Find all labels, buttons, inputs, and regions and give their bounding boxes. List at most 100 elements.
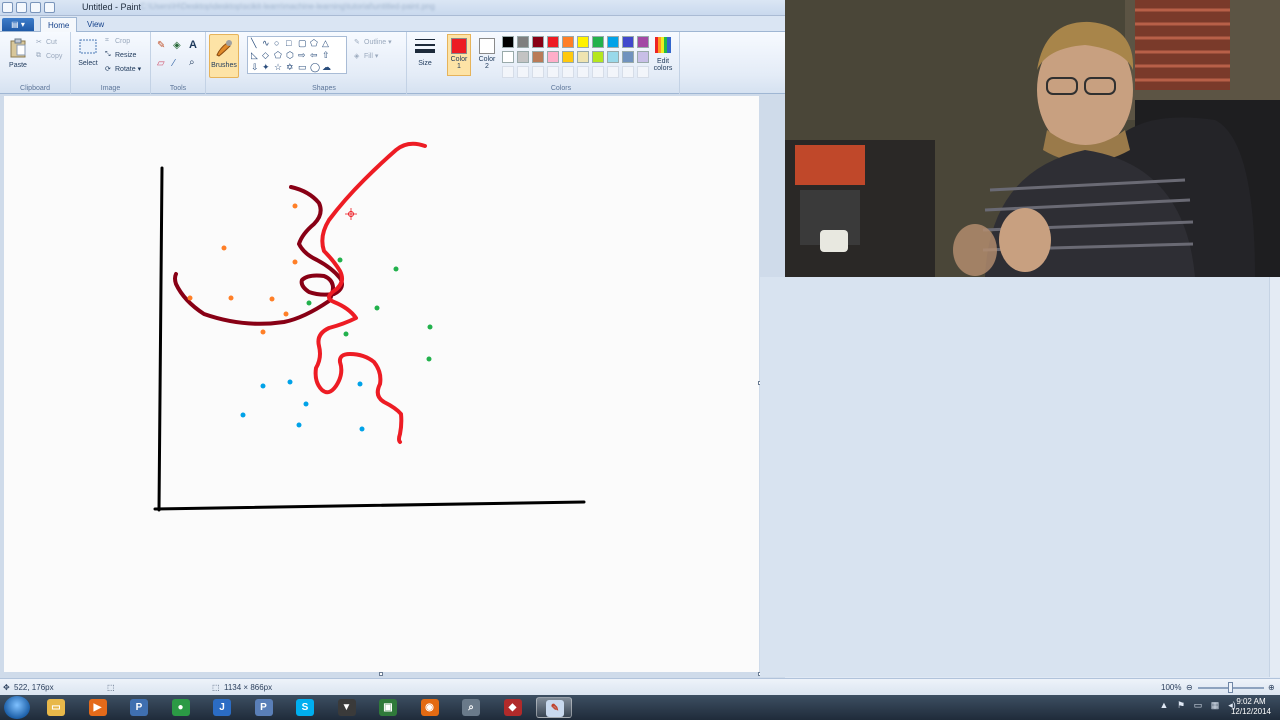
show-hidden-icons-icon[interactable]: ▲ (1158, 699, 1170, 711)
taskbar-clock[interactable]: 9:02 AM 12/12/2014 (1226, 697, 1276, 717)
taskbar-app-paint[interactable]: ✎ (536, 697, 572, 718)
five-point-star-shape-icon[interactable]: ☆ (274, 63, 282, 72)
action-center-flag-icon[interactable]: ⚑ (1175, 699, 1187, 711)
palette-color-swatch[interactable] (562, 36, 574, 48)
palette-color-swatch[interactable] (637, 36, 649, 48)
polygon-shape-icon[interactable]: ⬠ (310, 39, 318, 48)
vertical-scrollbar[interactable] (1269, 277, 1280, 677)
taskbar-app-search[interactable]: ⌕ (453, 697, 489, 718)
edit-colors-button[interactable]: Edit colors (649, 36, 677, 72)
magnifier-icon[interactable]: ⌕ (189, 57, 195, 68)
palette-color-swatch[interactable] (502, 51, 514, 63)
palette-color-swatch[interactable] (577, 51, 589, 63)
redo-icon[interactable] (44, 2, 55, 13)
start-button[interactable] (4, 696, 30, 719)
color1-button[interactable]: Color 1 (447, 34, 471, 76)
triangle-shape-icon[interactable]: △ (322, 39, 329, 48)
text-tool-icon[interactable]: A (189, 39, 197, 51)
left-arrow-shape-icon[interactable]: ⇦ (310, 51, 318, 60)
fill-bucket-icon[interactable]: ◈ (173, 40, 181, 51)
taskbar-app-python-idle[interactable]: P (246, 697, 282, 718)
taskbar-app-skype[interactable]: S (287, 697, 323, 718)
palette-color-swatch[interactable] (622, 51, 634, 63)
palette-color-swatch[interactable] (592, 36, 604, 48)
palette-custom-slot[interactable] (502, 66, 514, 78)
palette-color-swatch[interactable] (577, 36, 589, 48)
color2-button[interactable]: Color 2 (475, 34, 499, 76)
palette-color-swatch[interactable] (532, 51, 544, 63)
palette-custom-slot[interactable] (547, 66, 559, 78)
shapes-gallery[interactable]: ╲ ∿ ○ □ ▢ ⬠ △ ◺ ◇ ⬠ ⬡ ⇨ ⇦ ⇧ ⇩ ✦ ☆ ✡ ▭ ◯ (247, 36, 347, 74)
taskbar-app-game[interactable]: ▼ (329, 697, 365, 718)
tab-home[interactable]: Home (40, 17, 78, 32)
four-point-star-shape-icon[interactable]: ✦ (262, 63, 270, 72)
curve-shape-icon[interactable]: ∿ (262, 39, 270, 48)
undo-icon[interactable] (30, 2, 41, 13)
taskbar-app-python[interactable]: P (121, 697, 157, 718)
display-icon[interactable]: ▭ (1192, 699, 1204, 711)
rounded-rectangle-shape-icon[interactable]: ▢ (298, 39, 307, 48)
color-picker-icon[interactable]: ⁄ (173, 58, 175, 69)
network-icon[interactable]: ▦ (1209, 699, 1221, 711)
up-arrow-shape-icon[interactable]: ⇧ (322, 51, 330, 60)
palette-custom-slot[interactable] (532, 66, 544, 78)
pentagon-shape-icon[interactable]: ⬠ (274, 51, 282, 60)
taskbar-app-firefox[interactable]: ◉ (412, 697, 448, 718)
oval-callout-shape-icon[interactable]: ◯ (310, 63, 320, 72)
taskbar-app-media-player[interactable]: ▶ (80, 697, 116, 718)
diamond-shape-icon[interactable]: ◇ (262, 51, 269, 60)
palette-color-swatch[interactable] (607, 36, 619, 48)
cloud-callout-shape-icon[interactable]: ☁ (322, 63, 331, 72)
palette-custom-slot[interactable] (562, 66, 574, 78)
palette-color-swatch[interactable] (547, 51, 559, 63)
zoom-out-button[interactable]: ⊖ (1186, 683, 1193, 692)
pencil-icon[interactable]: ✎ (157, 40, 165, 51)
palette-color-swatch[interactable] (532, 36, 544, 48)
right-arrow-shape-icon[interactable]: ⇨ (298, 51, 306, 60)
paste-button[interactable]: Paste (6, 38, 30, 69)
line-shape-icon[interactable]: ╲ (251, 39, 256, 48)
down-arrow-shape-icon[interactable]: ⇩ (251, 63, 259, 72)
tab-view[interactable]: View (80, 17, 111, 32)
palette-color-swatch[interactable] (517, 36, 529, 48)
palette-color-swatch[interactable] (562, 51, 574, 63)
palette-custom-slot[interactable] (577, 66, 589, 78)
palette-custom-slot[interactable] (637, 66, 649, 78)
eraser-icon[interactable]: ▱ (157, 58, 165, 69)
hexagon-shape-icon[interactable]: ⬡ (286, 51, 294, 60)
zoom-in-button[interactable]: ⊕ (1268, 683, 1275, 692)
select-button[interactable]: Select (76, 38, 100, 67)
palette-custom-slot[interactable] (517, 66, 529, 78)
resize-button[interactable]: ⤡ Resize (105, 51, 136, 59)
zoom-slider-thumb[interactable] (1228, 682, 1233, 693)
taskbar-app-jetbrains[interactable]: J (204, 697, 240, 718)
palette-color-swatch[interactable] (502, 36, 514, 48)
palette-color-swatch[interactable] (592, 51, 604, 63)
taskbar-app-media[interactable]: ◆ (495, 697, 531, 718)
palette-custom-slot[interactable] (607, 66, 619, 78)
paint-menu-button[interactable]: ▤ ▾ (2, 18, 34, 31)
rectangle-shape-icon[interactable]: □ (286, 39, 291, 48)
six-point-star-shape-icon[interactable]: ✡ (286, 63, 294, 72)
outline-button[interactable]: ✎ Outline ▾ (354, 38, 392, 46)
palette-color-swatch[interactable] (517, 51, 529, 63)
palette-custom-slot[interactable] (592, 66, 604, 78)
size-button[interactable]: Size (412, 36, 438, 67)
paint-app-icon[interactable] (2, 2, 13, 13)
taskbar-app-chrome[interactable]: ● (163, 697, 199, 718)
palette-color-swatch[interactable] (637, 51, 649, 63)
cut-button[interactable]: ✂ Cut (36, 38, 57, 46)
canvas-resize-handle-bottom[interactable] (379, 672, 383, 676)
callout-shape-icon[interactable]: ▭ (298, 63, 307, 72)
palette-color-swatch[interactable] (547, 36, 559, 48)
rotate-button[interactable]: ⟳ Rotate ▾ (105, 65, 141, 73)
right-triangle-shape-icon[interactable]: ◺ (251, 51, 258, 60)
fill-button[interactable]: ◈ Fill ▾ (354, 52, 378, 60)
copy-button[interactable]: ⧉ Copy (36, 52, 62, 60)
taskbar-app-terminal[interactable]: ▣ (370, 697, 406, 718)
drawing-canvas[interactable] (4, 96, 759, 672)
brushes-button[interactable]: Brushes (209, 34, 239, 78)
oval-shape-icon[interactable]: ○ (274, 39, 279, 48)
palette-custom-slot[interactable] (622, 66, 634, 78)
crop-button[interactable]: ⌗ Crop (105, 37, 130, 45)
